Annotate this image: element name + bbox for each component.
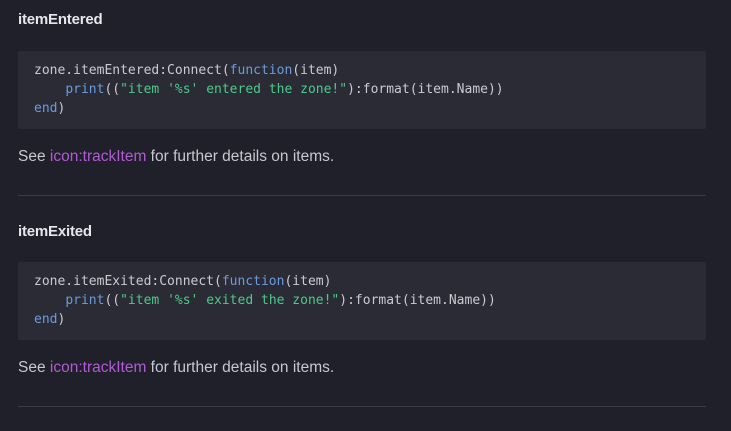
section-divider	[18, 406, 706, 407]
code-line-3: end)	[34, 101, 66, 116]
section-title: itemExited	[18, 223, 92, 240]
section-item-exited: itemExited zone.itemExited:Connect(funct…	[18, 222, 706, 407]
code-line-1: zone.itemExited:Connect(function(item)	[34, 274, 332, 289]
code-line-2: print(("item '%s' exited the zone!"):for…	[65, 293, 496, 308]
section-divider	[18, 195, 706, 196]
code-line-3: end)	[34, 312, 66, 327]
description: See icon:trackItem for further details o…	[18, 359, 335, 376]
section-title: itemEntered	[18, 11, 103, 28]
code-block: zone.itemExited:Connect(function(item) p…	[18, 262, 706, 340]
code-line-2: print(("item '%s' entered the zone!"):fo…	[65, 82, 504, 97]
section-item-entered: itemEntered zone.itemEntered:Connect(fun…	[18, 10, 706, 195]
code-line-1: zone.itemEntered:Connect(function(item)	[34, 63, 340, 78]
track-item-link[interactable]: icon:trackItem	[50, 148, 146, 165]
description: See icon:trackItem for further details o…	[18, 148, 335, 165]
code-block: zone.itemEntered:Connect(function(item) …	[18, 51, 706, 129]
track-item-link[interactable]: icon:trackItem	[50, 359, 146, 376]
